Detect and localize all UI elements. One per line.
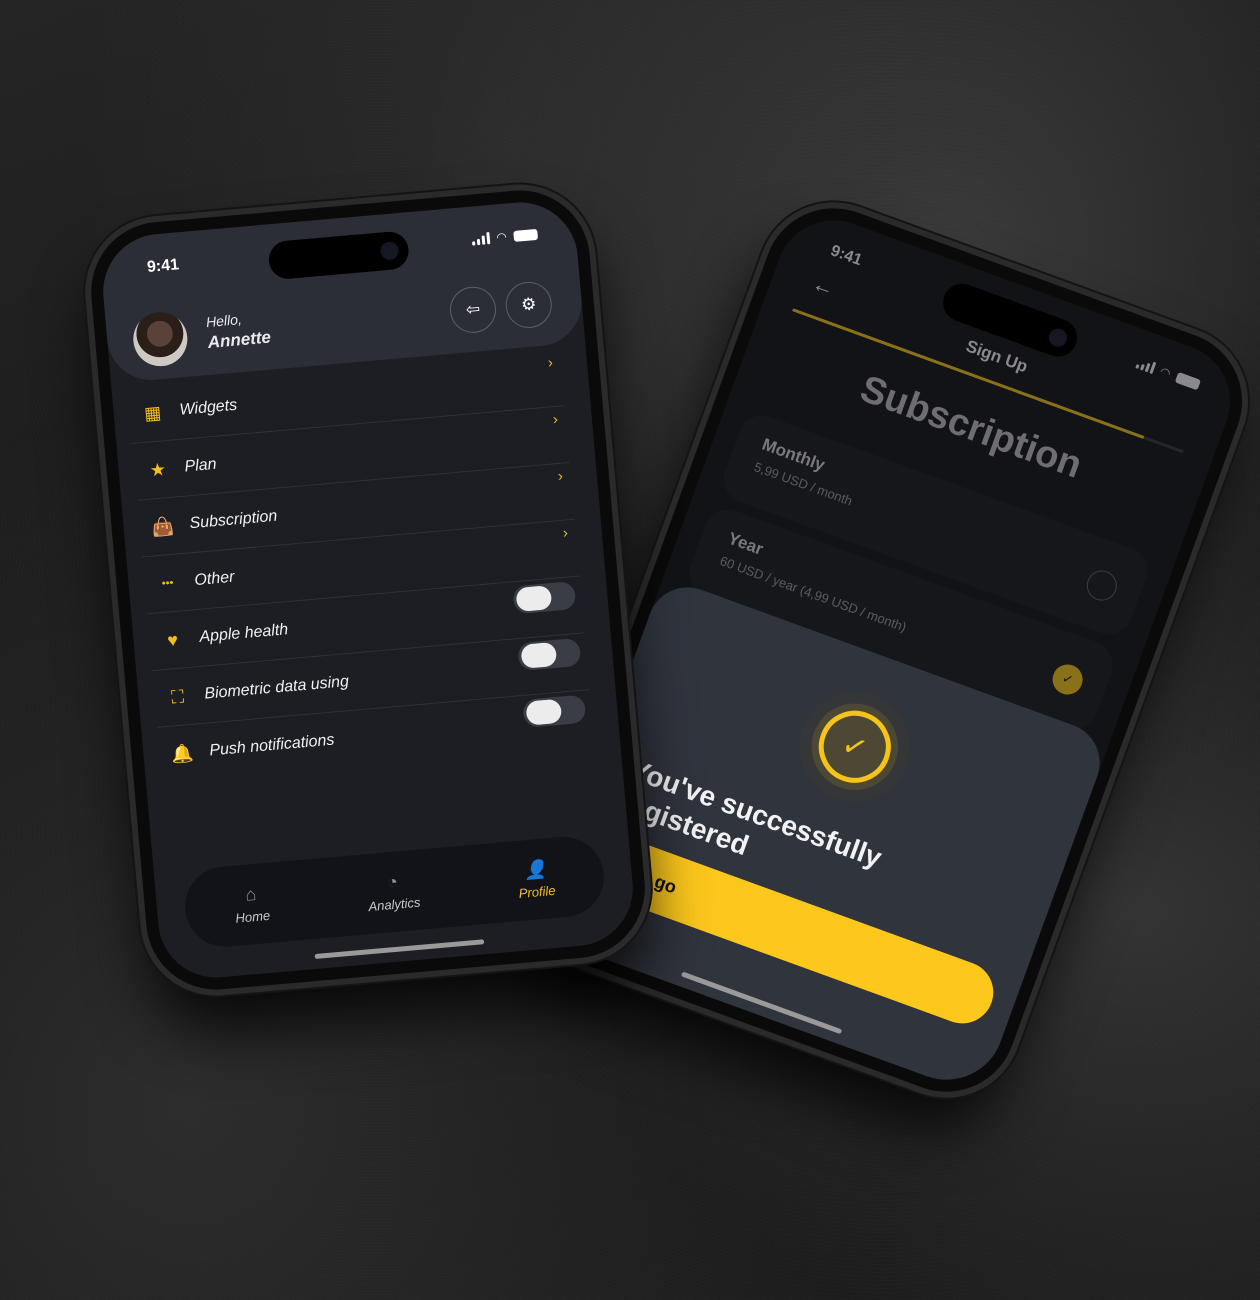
gear-icon: ⚙ [520,294,538,315]
logout-button[interactable]: ⇦ [448,284,498,335]
tab-analytics[interactable]: ◔ Analytics [366,870,421,915]
toggle-knob [525,698,563,726]
logout-icon: ⇦ [465,299,481,320]
camera-icon [379,241,400,261]
status-time: 9:41 [146,256,180,276]
home-indicator [314,939,485,960]
grid-icon: ▦ [143,401,163,424]
greeting-hello: Hello, [205,311,243,331]
toggle-label: Biometric data using [203,673,350,703]
apple-health-toggle[interactable] [512,581,577,615]
battery-icon [1174,371,1202,390]
heart-icon: ♥ [166,629,179,651]
phone-profile: Hello, Annette ⇦ ⚙ 9:41 ◠ ▦ Widgets › ★ [85,184,651,996]
home-icon: ⌂ [244,883,258,905]
toggle-label: Apple health [198,621,289,646]
status-icons: ◠ [1134,355,1202,391]
tab-label: Home [234,907,271,926]
wifi-icon: ◠ [1157,364,1173,381]
push-notifications-toggle[interactable] [522,694,587,728]
menu-item-label: Plan [183,455,218,476]
tab-profile[interactable]: 👤 Profile [516,858,556,901]
plan-radio-selected[interactable]: ✓ [1048,660,1087,699]
plan-radio[interactable] [1082,566,1122,605]
signal-icon [471,232,490,246]
success-check-icon: ✓ [784,676,926,818]
tab-home[interactable]: ⌂ Home [233,883,271,926]
chevron-right-icon: › [552,410,559,429]
bell-icon: 🔔 [170,742,195,765]
more-dots-icon: ••• [161,576,174,590]
toggle-label: Push notifications [208,731,336,760]
menu-item-label: Other [193,568,236,590]
camera-icon [1046,326,1070,350]
tab-bar: ⌂ Home ◔ Analytics 👤 Profile [181,833,608,950]
profile-screen: Hello, Annette ⇦ ⚙ 9:41 ◠ ▦ Widgets › ★ [98,197,638,983]
greeting: Hello, Annette [205,309,271,353]
status-icons: ◠ [471,227,539,247]
avatar[interactable] [131,309,190,369]
menu-item-label: Subscription [188,507,279,533]
pie-chart-icon: ◔ [386,871,399,893]
chevron-right-icon: › [562,524,569,542]
toggle-knob [520,641,558,669]
wifi-icon: ◠ [495,229,508,245]
shopping-bag-icon: 👜 [150,515,175,538]
user-icon: 👤 [523,858,548,881]
face-scan-icon: ⛶ [170,685,185,708]
tab-label: Profile [518,882,557,901]
star-icon: ★ [148,458,167,481]
check-icon: ✓ [808,700,901,793]
profile-menu: ▦ Widgets › ★ Plan › 👜 Subscription › ••… [127,349,594,783]
chevron-right-icon: › [547,354,554,372]
status-time: 9:41 [828,242,865,270]
chevron-right-icon: › [557,467,564,485]
user-name: Annette [206,327,272,352]
menu-item-label: Widgets [178,396,238,419]
battery-icon [513,228,539,242]
biometric-toggle[interactable] [517,637,582,672]
tab-label: Analytics [367,894,421,915]
signal-icon [1134,356,1156,374]
settings-button[interactable]: ⚙ [503,279,554,330]
toggle-knob [515,585,553,613]
